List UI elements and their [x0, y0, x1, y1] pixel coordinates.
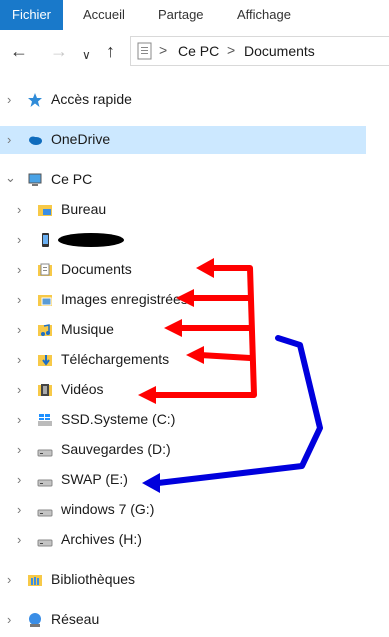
tree-item-bibliotheques[interactable]: › Bibliothèques: [0, 566, 389, 594]
cloud-icon: [29, 136, 42, 145]
tree-item-label: Accès rapide: [51, 91, 132, 107]
tree-item-label: Bibliothèques: [51, 571, 136, 587]
tree-item-drive-e[interactable]: › SWAP (E:): [0, 466, 389, 494]
tree-item-label: Documents: [61, 261, 132, 277]
chevron-right-icon[interactable]: ›: [17, 292, 21, 307]
tree-item-images[interactable]: › Images enregistrées: [0, 286, 389, 314]
tree-item-label: Téléchargements: [61, 351, 170, 367]
tree-item-videos[interactable]: › Vidéos: [0, 376, 389, 404]
tree-item-onedrive[interactable]: › OneDrive: [0, 126, 366, 154]
music-folder-icon: [38, 324, 52, 336]
phone-device-icon: [42, 233, 49, 247]
chevron-right-icon[interactable]: ›: [17, 412, 21, 427]
tree-item-label: Ce PC: [51, 171, 93, 187]
windows-drive-icon: [38, 414, 52, 426]
chevron-right-icon[interactable]: ›: [17, 352, 21, 367]
forward-arrow-icon[interactable]: →: [50, 41, 68, 61]
drive-icon: [37, 509, 53, 517]
tree-item-label: SSD.Systeme (C:): [61, 411, 176, 427]
breadcrumb-separator: >: [227, 42, 236, 58]
tab-partage[interactable]: Partage: [158, 0, 204, 30]
drive-icon: [37, 539, 53, 547]
up-arrow-icon[interactable]: ↑: [106, 41, 115, 61]
tree-item-label: Réseau: [51, 611, 100, 627]
tab-fichier[interactable]: Fichier: [0, 0, 64, 30]
chevron-right-icon[interactable]: ›: [17, 472, 21, 487]
chevron-right-icon[interactable]: ›: [7, 92, 11, 107]
breadcrumb-documents[interactable]: Documents: [244, 43, 315, 59]
chevron-right-icon[interactable]: ›: [17, 232, 21, 247]
chevron-right-icon[interactable]: ›: [17, 532, 21, 547]
back-arrow-icon[interactable]: ←: [10, 41, 28, 61]
tree-item-ce-pc[interactable]: ⌄ Ce PC: [0, 166, 389, 194]
library-folder-icon: [28, 575, 42, 586]
chevron-right-icon[interactable]: ›: [7, 572, 11, 587]
tree-item-reseau[interactable]: › Réseau: [0, 606, 389, 634]
pictures-folder-icon: [38, 295, 52, 306]
chevron-right-icon[interactable]: ›: [17, 502, 21, 517]
drive-icon: [37, 479, 53, 487]
tree-item-drive-h[interactable]: › Archives (H:): [0, 526, 389, 554]
ribbon-tabs: Fichier Accueil Partage Affichage: [0, 0, 389, 30]
chevron-down-icon[interactable]: ⌄: [5, 170, 16, 186]
chevron-right-icon[interactable]: ›: [17, 202, 21, 217]
documents-location-icon: [137, 42, 152, 60]
breadcrumb-ce-pc[interactable]: Ce PC: [178, 43, 219, 59]
tree-item-drive-g[interactable]: › windows 7 (G:): [0, 496, 389, 524]
chevron-right-icon[interactable]: ›: [17, 262, 21, 277]
tree-item-label: Musique: [61, 321, 114, 337]
breadcrumb-separator: >: [159, 42, 168, 58]
tree-item-documents[interactable]: › Documents: [0, 256, 389, 284]
chevron-right-icon[interactable]: ›: [17, 382, 21, 397]
navigation-bar: ← → ∨ ↑ > Ce PC > Documents: [0, 33, 389, 69]
downloads-folder-icon: [38, 355, 52, 366]
tree-item-quick-access[interactable]: › Accès rapide: [0, 86, 389, 114]
desktop-folder-icon: [38, 205, 52, 216]
tree-item-drive-c[interactable]: › SSD.Systeme (C:): [0, 406, 389, 434]
tree-item-label: SWAP (E:): [61, 471, 128, 487]
documents-folder-icon: [38, 263, 52, 276]
tree-item-label: windows 7 (G:): [61, 501, 155, 517]
drive-icon: [37, 449, 53, 457]
tree-item-musique[interactable]: › Musique: [0, 316, 389, 344]
tree-item-phone[interactable]: ›: [0, 226, 389, 254]
network-icon: [29, 613, 41, 627]
tree-item-bureau[interactable]: › Bureau: [0, 196, 389, 224]
redacted-label: [58, 233, 124, 247]
address-bar[interactable]: > Ce PC > Documents: [130, 36, 389, 66]
videos-folder-icon: [38, 384, 52, 396]
chevron-right-icon[interactable]: ›: [17, 442, 21, 457]
chevron-right-icon[interactable]: ›: [7, 132, 11, 147]
chevron-right-icon[interactable]: ›: [17, 322, 21, 337]
tree-item-drive-d[interactable]: › Sauvegardes (D:): [0, 436, 389, 464]
tab-accueil[interactable]: Accueil: [83, 0, 125, 30]
tab-affichage[interactable]: Affichage: [237, 0, 291, 30]
tree-item-label: Images enregistrées: [61, 291, 188, 307]
recent-chevron-icon[interactable]: ∨: [82, 45, 91, 65]
computer-icon: [28, 173, 42, 186]
tree-item-label: Archives (H:): [61, 531, 142, 547]
tree-item-label: OneDrive: [51, 131, 111, 147]
tree-item-telechargements[interactable]: › Téléchargements: [0, 346, 389, 374]
star-icon: [28, 93, 42, 107]
tree-item-label: Sauvegardes (D:): [61, 441, 171, 457]
chevron-right-icon[interactable]: ›: [7, 612, 11, 627]
tree-item-label: Bureau: [61, 201, 107, 217]
tree-item-label: Vidéos: [61, 381, 104, 397]
